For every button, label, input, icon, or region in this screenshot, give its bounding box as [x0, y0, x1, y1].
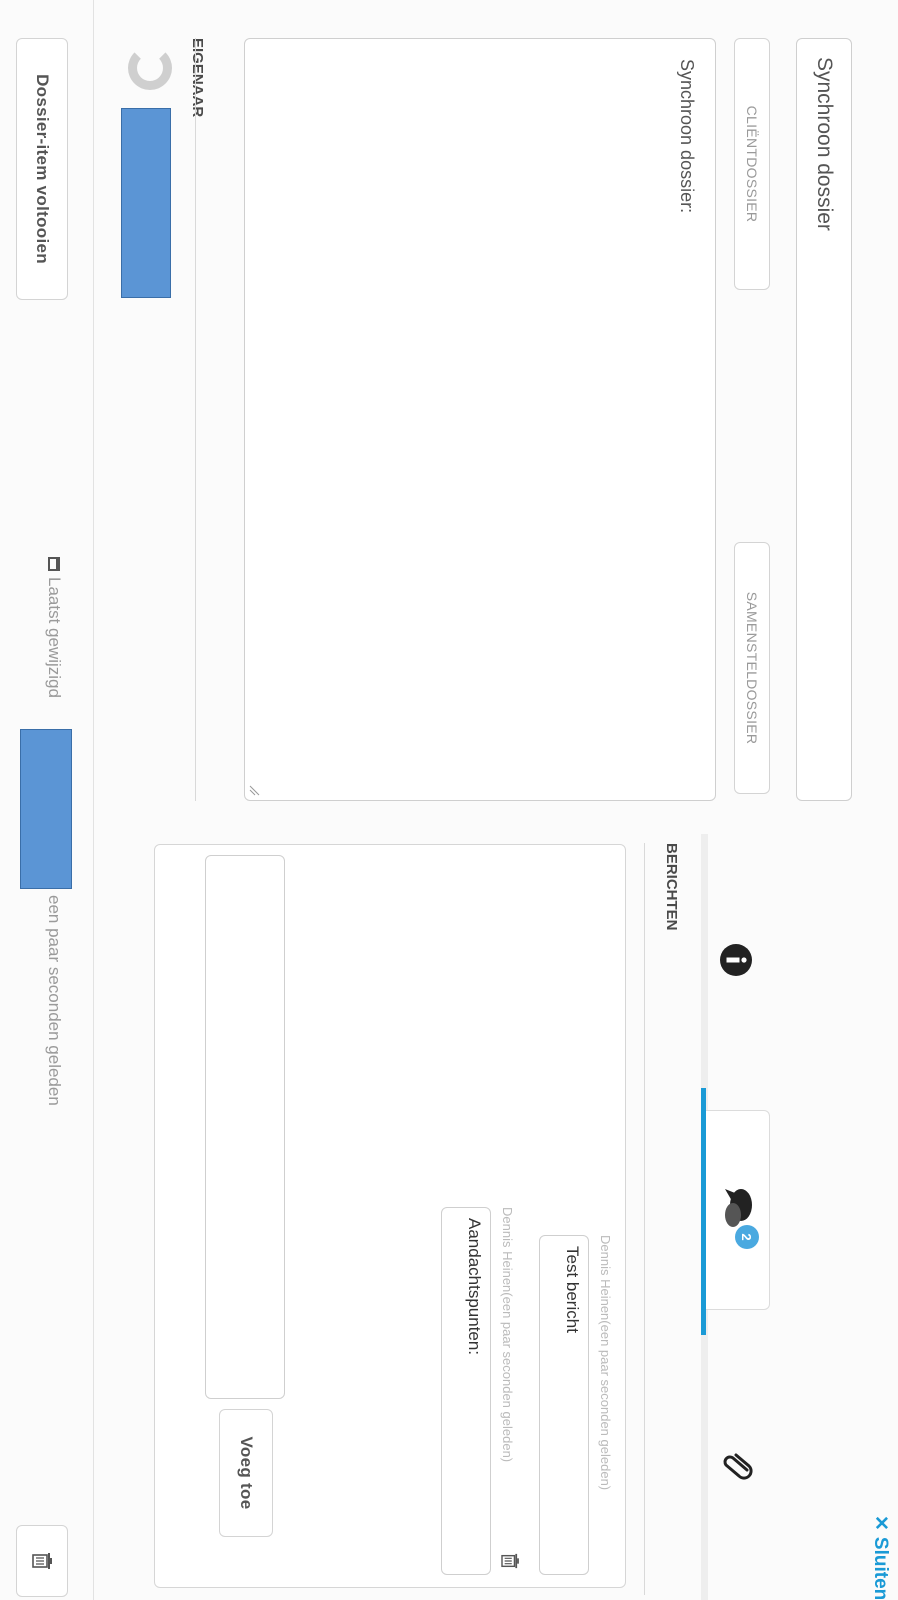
messages-count-badge: 2 — [735, 1225, 759, 1249]
tab-info[interactable] — [716, 940, 756, 980]
paperclip-icon — [723, 1453, 753, 1480]
message-author: Dennis Heinen(een paar seconden geleden) — [598, 1235, 613, 1491]
description-textarea[interactable]: Synchroon dossier: — [244, 38, 716, 801]
modified-by-placeholder — [20, 729, 72, 889]
title-value: Synchroon dossier — [813, 57, 836, 231]
complete-item-label: Dossier-item voltooien — [33, 74, 52, 264]
last-modified-prefix: Laatst gewijzigd — [45, 577, 64, 698]
active-tab-indicator — [701, 1088, 706, 1335]
client-dossier-tab[interactable]: CLIËNTDOSSIER — [734, 38, 770, 290]
trash-icon — [32, 1553, 52, 1569]
messages-divider — [644, 843, 645, 1595]
close-icon: ✕ — [870, 1515, 891, 1531]
complete-item-button[interactable]: Dossier-item voltooien — [16, 38, 68, 300]
new-message-input[interactable] — [205, 855, 285, 1399]
message-text: Aandachtspunten: — [465, 1218, 484, 1356]
message-text: Test bericht — [563, 1246, 582, 1333]
dossier-item-panel: ✕ Sluiten Synchroon dossier CLIËNTDOSSIE… — [0, 0, 898, 1600]
description-value: Synchroon dossier: — [677, 59, 697, 214]
resize-handle-icon[interactable] — [249, 784, 261, 796]
message-bubble: Aandachtspunten: — [441, 1207, 491, 1575]
close-label: Sluiten — [870, 1536, 892, 1600]
composite-dossier-tab[interactable]: SAMENSTELDOSSIER — [734, 542, 770, 794]
add-message-label: Voeg toe — [237, 1436, 256, 1510]
tab-messages[interactable]: 2 — [706, 1110, 770, 1310]
owner-heading: EIGENAAR — [189, 38, 206, 118]
delete-message-icon[interactable] — [501, 1553, 519, 1569]
client-dossier-label: CLIËNTDOSSIER — [744, 105, 760, 223]
message-bubble: Test bericht — [539, 1235, 589, 1575]
calendar-icon — [48, 557, 60, 571]
loading-spinner-icon — [128, 46, 172, 90]
message-author: Dennis Heinen(een paar seconden geleden) — [500, 1207, 515, 1463]
add-message-button[interactable]: Voeg toe — [219, 1409, 273, 1537]
close-button[interactable]: ✕ Sluiten — [869, 1515, 892, 1600]
last-modified-info: Laatst gewijzigd — [44, 557, 64, 698]
footer-separator — [93, 0, 94, 1600]
owner-divider — [195, 38, 196, 801]
last-modified-suffix: een paar seconden geleden — [45, 895, 64, 1106]
messages-heading: BERICHTEN — [663, 843, 680, 931]
title-input[interactable]: Synchroon dossier — [796, 38, 852, 801]
info-icon — [720, 944, 752, 976]
composite-dossier-label: SAMENSTELDOSSIER — [744, 591, 760, 745]
owner-avatar-placeholder — [121, 108, 171, 298]
delete-item-button[interactable] — [16, 1525, 68, 1597]
tab-attachments[interactable] — [714, 1445, 758, 1485]
messages-panel: Dennis Heinen(een paar seconden geleden)… — [154, 844, 626, 1588]
